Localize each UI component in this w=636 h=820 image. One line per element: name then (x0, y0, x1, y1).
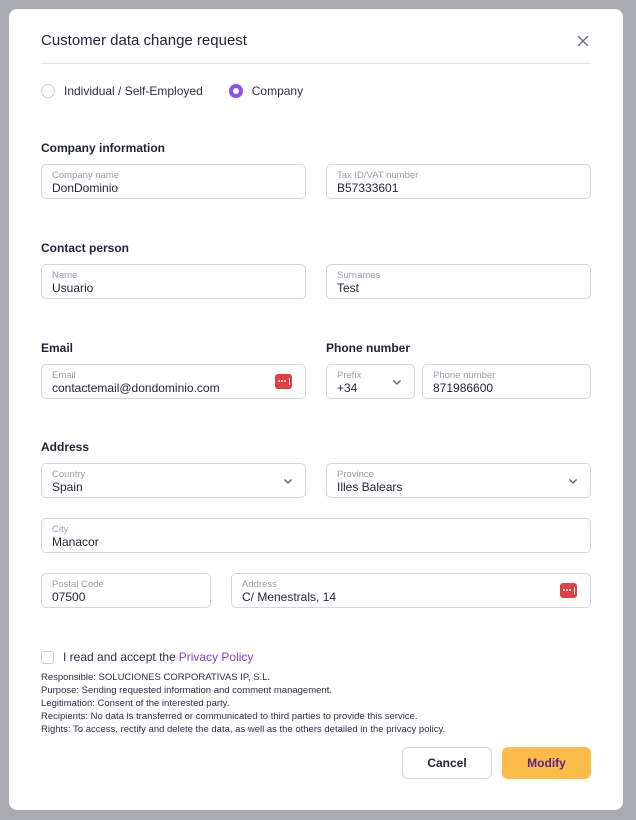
company-name-value: DonDominio (52, 181, 119, 195)
name-field[interactable]: Name Usuario (41, 264, 306, 299)
modify-button[interactable]: Modify (502, 747, 591, 779)
email-value: contactemail@dondominio.com (52, 381, 220, 395)
tax-id-value: B57333601 (337, 181, 399, 195)
province-label: Province (337, 469, 374, 480)
surnames-field[interactable]: Surnames Test (326, 264, 591, 299)
cancel-button[interactable]: Cancel (402, 747, 492, 779)
country-label: Country (52, 469, 86, 480)
privacy-checkbox[interactable] (41, 650, 54, 664)
radio-company[interactable]: Company (228, 84, 304, 98)
radio-unchecked-icon (41, 84, 55, 98)
address-value: C/ Menestrals, 14 (242, 590, 337, 604)
phone-prefix-select[interactable]: Prefix +34 (326, 364, 415, 399)
country-value: Spain (52, 480, 83, 494)
address-field[interactable]: Address C/ Menestrals, 14 (231, 573, 591, 608)
customer-data-change-dialog: Customer data change request Individual … (9, 9, 623, 810)
surnames-label: Surnames (337, 270, 381, 281)
section-phone-number: Phone number (326, 341, 411, 355)
legal-rights: Rights: To access, rectify and delete th… (41, 724, 446, 735)
city-label: City (52, 524, 69, 535)
city-value: Manacor (52, 535, 99, 549)
legal-purpose: Purpose: Sending requested information a… (41, 685, 332, 696)
email-label: Email (52, 370, 76, 381)
phone-label: Phone number (433, 370, 496, 381)
legal-responsible: Responsible: SOLUCIONES CORPORATIVAS IP,… (41, 672, 271, 683)
country-select[interactable]: Country Spain (41, 463, 306, 498)
chevron-down-icon (393, 380, 401, 385)
postal-code-label: Postal Code (52, 579, 104, 590)
company-name-field[interactable]: Company name DonDominio (41, 164, 306, 199)
surnames-value: Test (337, 281, 360, 295)
tax-id-field[interactable]: Tax ID/VAT number B57333601 (326, 164, 591, 199)
section-address: Address (41, 440, 90, 454)
radio-individual[interactable]: Individual / Self-Employed (41, 84, 203, 98)
name-value: Usuario (52, 281, 94, 295)
customer-type-radio-group: Individual / Self-Employed Company (41, 84, 329, 98)
consent-text: I read and accept the (63, 650, 176, 664)
legal-legitimation: Legitimation: Consent of the interested … (41, 698, 230, 709)
chevron-down-icon (284, 479, 292, 484)
postal-code-value: 07500 (52, 590, 86, 604)
name-label: Name (52, 270, 78, 281)
company-name-label: Company name (52, 170, 120, 181)
province-select[interactable]: Province Illes Balears (326, 463, 591, 498)
phone-value: 871986600 (433, 381, 494, 395)
dialog-title: Customer data change request (41, 32, 247, 49)
address-label: Address (242, 579, 277, 590)
section-company-information: Company information (41, 141, 166, 155)
privacy-consent: I read and accept the Privacy Policy (41, 650, 253, 664)
province-value: Illes Balears (337, 480, 403, 494)
password-manager-icon[interactable] (275, 374, 292, 389)
legal-recipients: Recipients: No data is transferred or co… (41, 711, 418, 722)
phone-number-field[interactable]: Phone number 871986600 (422, 364, 591, 399)
chevron-down-icon (569, 479, 577, 484)
radio-checked-icon (228, 84, 243, 98)
privacy-policy-link[interactable]: Privacy Policy (179, 650, 254, 664)
radio-company-label: Company (251, 84, 304, 98)
email-field[interactable]: Email contactemail@dondominio.com (41, 364, 306, 399)
postal-code-field[interactable]: Postal Code 07500 (41, 573, 211, 608)
city-field[interactable]: City Manacor (41, 518, 591, 553)
section-email: Email (41, 341, 74, 355)
section-contact-person: Contact person (41, 241, 130, 255)
password-manager-icon[interactable] (560, 583, 577, 598)
radio-individual-label: Individual / Self-Employed (64, 84, 203, 98)
legal-notice: Responsible: SOLUCIONES CORPORATIVAS IP,… (41, 671, 445, 736)
dialog-header: Customer data change request (41, 31, 591, 64)
tax-id-label: Tax ID/VAT number (337, 170, 419, 181)
close-icon[interactable] (575, 33, 591, 49)
